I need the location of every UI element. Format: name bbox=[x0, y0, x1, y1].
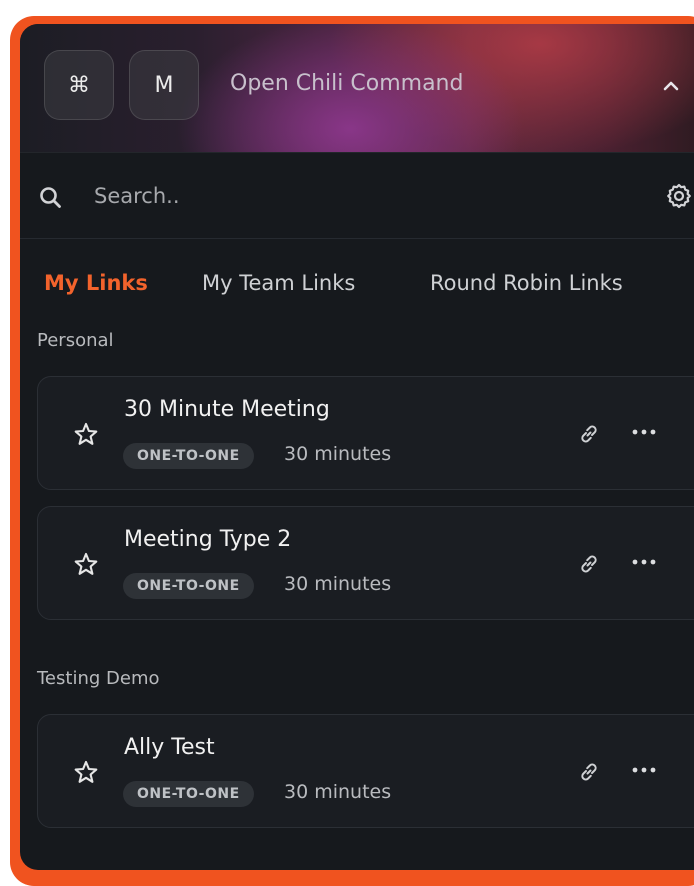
section-label-personal: Personal bbox=[37, 330, 114, 351]
chevron-up-icon[interactable] bbox=[660, 78, 682, 94]
meeting-title: Ally Test bbox=[124, 735, 215, 760]
command-label: Open Chili Command bbox=[230, 71, 464, 96]
list-item[interactable]: Ally Test ONE-TO-ONE 30 minutes bbox=[37, 714, 694, 828]
more-options-icon[interactable] bbox=[630, 760, 658, 780]
star-icon[interactable] bbox=[72, 551, 100, 579]
meeting-title: 30 Minute Meeting bbox=[124, 397, 330, 422]
link-icon[interactable] bbox=[575, 550, 603, 578]
m-key: M bbox=[129, 50, 199, 120]
link-icon[interactable] bbox=[575, 420, 603, 448]
list-item[interactable]: 30 Minute Meeting ONE-TO-ONE 30 minutes bbox=[37, 376, 694, 490]
search-bar bbox=[20, 152, 694, 239]
gear-icon[interactable] bbox=[665, 182, 693, 210]
meeting-duration: 30 minutes bbox=[284, 573, 392, 595]
meeting-type-badge: ONE-TO-ONE bbox=[123, 443, 254, 469]
meeting-duration: 30 minutes bbox=[284, 781, 392, 803]
section-label-testing-demo: Testing Demo bbox=[37, 668, 160, 689]
meeting-type-badge: ONE-TO-ONE bbox=[123, 573, 254, 599]
tab-round-robin-links[interactable]: Round Robin Links bbox=[430, 270, 623, 296]
search-input[interactable] bbox=[94, 182, 614, 210]
search-icon bbox=[40, 187, 61, 208]
link-icon[interactable] bbox=[575, 758, 603, 786]
more-options-icon[interactable] bbox=[630, 552, 658, 572]
star-icon[interactable] bbox=[72, 421, 100, 449]
tab-my-links[interactable]: My Links bbox=[44, 270, 148, 296]
meeting-type-badge: ONE-TO-ONE bbox=[123, 781, 254, 807]
meeting-title: Meeting Type 2 bbox=[124, 527, 292, 552]
command-header[interactable]: ⌘ M Open Chili Command bbox=[20, 24, 694, 153]
command-key-icon: ⌘ bbox=[44, 50, 114, 120]
star-icon[interactable] bbox=[72, 759, 100, 787]
tab-my-team-links[interactable]: My Team Links bbox=[202, 270, 355, 296]
meeting-duration: 30 minutes bbox=[284, 443, 392, 465]
chili-command-panel: ⌘ M Open Chili Command My Links My Team … bbox=[20, 24, 694, 870]
more-options-icon[interactable] bbox=[630, 422, 658, 442]
list-item[interactable]: Meeting Type 2 ONE-TO-ONE 30 minutes bbox=[37, 506, 694, 620]
